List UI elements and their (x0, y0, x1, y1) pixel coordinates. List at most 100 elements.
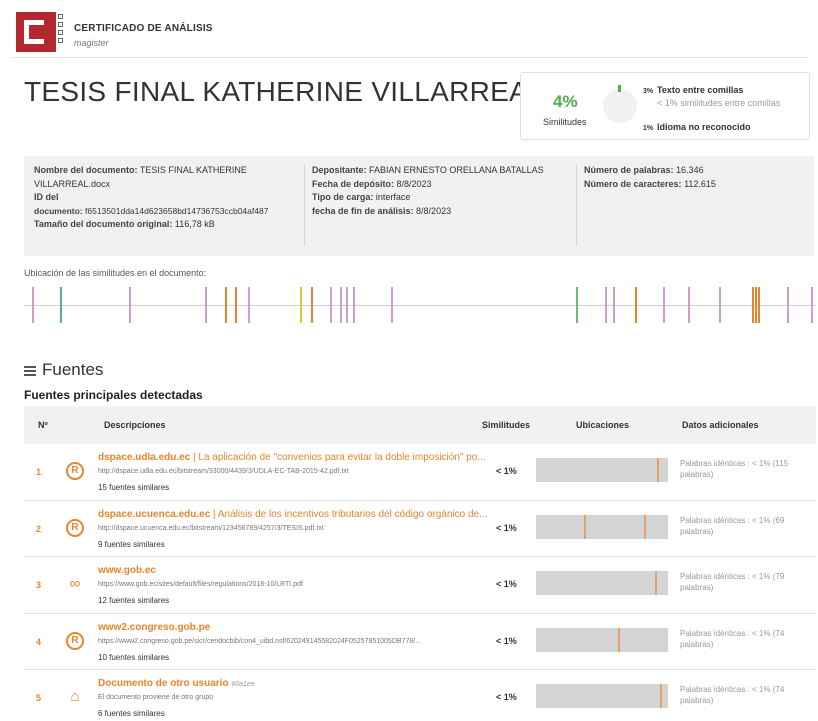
info-column-deposit: Depositante: FABIAN ERNESTO ORELLANA BAT… (312, 164, 576, 218)
sources-table-header: Nº Descripciones Similitudes Ubicaciones… (24, 406, 816, 444)
similarity-location-mark[interactable] (786, 287, 789, 323)
source-title[interactable]: www2.congreso.gob.pe (98, 622, 210, 633)
repository-icon: R (66, 631, 84, 650)
source-url[interactable]: http://dspace.ucuenca.edu.ec/bitstream/1… (98, 525, 324, 532)
analysis-end-label: fecha de fin de análisis: (312, 205, 414, 216)
institution-icon: ⌂ (70, 688, 80, 705)
similarity-label: Similitudes (543, 117, 587, 127)
source-domain[interactable]: www2.congreso.gob.pe (98, 622, 210, 633)
source-title[interactable]: dspace.ucuenca.edu.ec | Análisis de los … (98, 509, 487, 520)
source-title[interactable]: Documento de otro usuario #0a1ee (98, 678, 255, 689)
similarity-row-title: Idioma no reconocido (657, 122, 751, 132)
similarity-location-mark[interactable] (687, 287, 690, 323)
similarity-row-pct: 1% (643, 125, 654, 132)
similarity-location-mark[interactable] (613, 287, 616, 323)
source-domain[interactable]: dspace.ucuenca.edu.ec (98, 509, 210, 520)
source-location-bar[interactable] (536, 684, 668, 708)
source-similar-count[interactable]: 12 fuentes similares (98, 596, 169, 605)
source-number: 3 (36, 580, 42, 590)
similarity-location-mark[interactable] (248, 287, 251, 323)
source-url[interactable]: El documento proviene de otro grupo (98, 694, 213, 701)
similarity-location-mark[interactable] (204, 287, 207, 323)
document-title: TESIS FINAL KATHERINE VILLARREAL (24, 76, 544, 107)
source-location-bar[interactable] (536, 458, 668, 482)
depositor-value: FABIAN ERNESTO ORELLANA BATALLAS (369, 165, 544, 175)
similarity-location-mark[interactable] (635, 287, 638, 323)
source-domain[interactable]: www.gob.ec (98, 565, 156, 576)
similarity-location-mark[interactable] (604, 287, 607, 323)
source-location-bar[interactable] (536, 514, 668, 539)
link-icon: ∞ (69, 575, 81, 592)
similarity-location-mark[interactable] (31, 287, 34, 323)
source-url[interactable]: https://www.gob.ec/sites/default/files/r… (98, 581, 303, 588)
upload-type-label: Tipo de carga: (312, 192, 374, 202)
similarity-row-quotes-sub: < 1% similitudes entre comillas (657, 98, 780, 108)
col-header-locations: Ubicaciones (576, 420, 630, 430)
source-domain[interactable]: dspace.udla.edu.ec (98, 452, 190, 463)
source-url[interactable]: https://www2.congreso.gob.pe/sicr/cendoc… (98, 638, 421, 645)
similarity-location-mark[interactable] (758, 287, 761, 323)
locations-axis (24, 305, 816, 306)
source-location-bar[interactable] (536, 571, 668, 595)
similarity-donut-chart (603, 89, 637, 123)
source-number: 5 (36, 693, 42, 703)
source-url[interactable]: http://dspace.udla.edu.ec/bitstream/3300… (98, 468, 349, 475)
source-number: 2 (36, 523, 42, 534)
similarity-location-mark[interactable] (576, 287, 579, 323)
doc-id-label: ID del (34, 192, 59, 202)
similarity-location-mark[interactable] (353, 287, 356, 323)
similarity-location-mark[interactable] (718, 287, 721, 323)
similarity-location-mark[interactable] (129, 287, 132, 323)
source-similar-count[interactable]: 10 fuentes similares (98, 653, 169, 662)
source-title[interactable]: www.gob.ec (98, 565, 156, 576)
source-row[interactable]: 3 ∞ www.gob.ec https://www.gob.ec/sites/def… (24, 557, 816, 614)
source-row[interactable]: 5 ⌂ Documento de otro usuario #0a1ee El doc… (24, 670, 816, 721)
similarity-location-mark[interactable] (751, 287, 754, 323)
similarity-percent: 4% (553, 92, 578, 111)
source-similarity-percent: < 1% (496, 692, 517, 702)
sources-subheading: Fuentes principales detectadas (24, 388, 203, 402)
source-extra-data: Palabras idénticas : < 1% (115 palabras) (680, 459, 789, 479)
similarity-location-mark[interactable] (340, 287, 342, 323)
info-column-document: Nombre del documento: TESIS FINAL KATHER… (34, 164, 306, 232)
similarity-location-mark[interactable] (299, 287, 302, 323)
depositor-label: Depositante: (312, 165, 367, 175)
col-header-extra: Datos adicionales (682, 420, 759, 430)
source-location-mark (644, 514, 647, 539)
source-row[interactable]: 4 Rwww2.congreso.gob.pe https://www2.congr… (24, 614, 816, 670)
source-location-bar[interactable] (536, 627, 668, 652)
source-domain[interactable]: Documento de otro usuario (98, 678, 229, 689)
source-row[interactable]: 2 Rdspace.ucuenca.edu.ec | Análisis de lo… (24, 501, 816, 557)
header-bar: CERTIFICADO DE ANÁLISIS magister (10, 8, 808, 58)
brand-logo-side-icon (58, 14, 64, 50)
source-description[interactable]: | Análisis de los incentivos tributarios… (210, 509, 487, 520)
source-row[interactable]: 1 Rdspace.udla.edu.ec | La aplicación de … (24, 444, 816, 501)
similarity-location-mark[interactable] (60, 287, 63, 323)
locations-label: Ubicación de las similitudes en el docum… (24, 268, 207, 278)
source-location-mark (617, 627, 620, 652)
list-icon (24, 364, 36, 378)
similarity-location-mark[interactable] (755, 287, 758, 323)
char-count-label: Número de caracteres: (584, 178, 682, 189)
source-tag: #0a1ee (231, 681, 255, 688)
doc-name-label: Nombre del documento: (34, 165, 138, 175)
similarity-location-mark[interactable] (234, 287, 237, 323)
locations-strip[interactable] (24, 285, 816, 325)
source-similar-count[interactable]: 15 fuentes similares (98, 483, 169, 492)
source-description[interactable]: | La aplicación de "convenios para evita… (190, 452, 486, 463)
similarity-location-mark[interactable] (225, 287, 228, 323)
similarity-location-mark[interactable] (310, 287, 313, 323)
similarity-location-mark[interactable] (390, 287, 393, 323)
col-header-similarities: Similitudes (482, 420, 531, 430)
info-divider (576, 164, 577, 246)
source-title[interactable]: dspace.udla.edu.ec | La aplicación de "c… (98, 452, 486, 463)
similarity-row-pct: 3% (643, 88, 654, 95)
similarity-location-mark[interactable] (811, 287, 814, 323)
similarity-location-mark[interactable] (663, 287, 666, 323)
similarity-location-mark[interactable] (329, 287, 332, 323)
similarity-location-mark[interactable] (346, 287, 349, 323)
source-similar-count[interactable]: 9 fuentes similares (98, 540, 165, 549)
source-similar-count[interactable]: 6 fuentes similares (98, 709, 165, 718)
doc-id-value: f6513501dda14d623658bd14736753ccb04af487 (85, 205, 269, 216)
source-number: 1 (36, 467, 42, 477)
